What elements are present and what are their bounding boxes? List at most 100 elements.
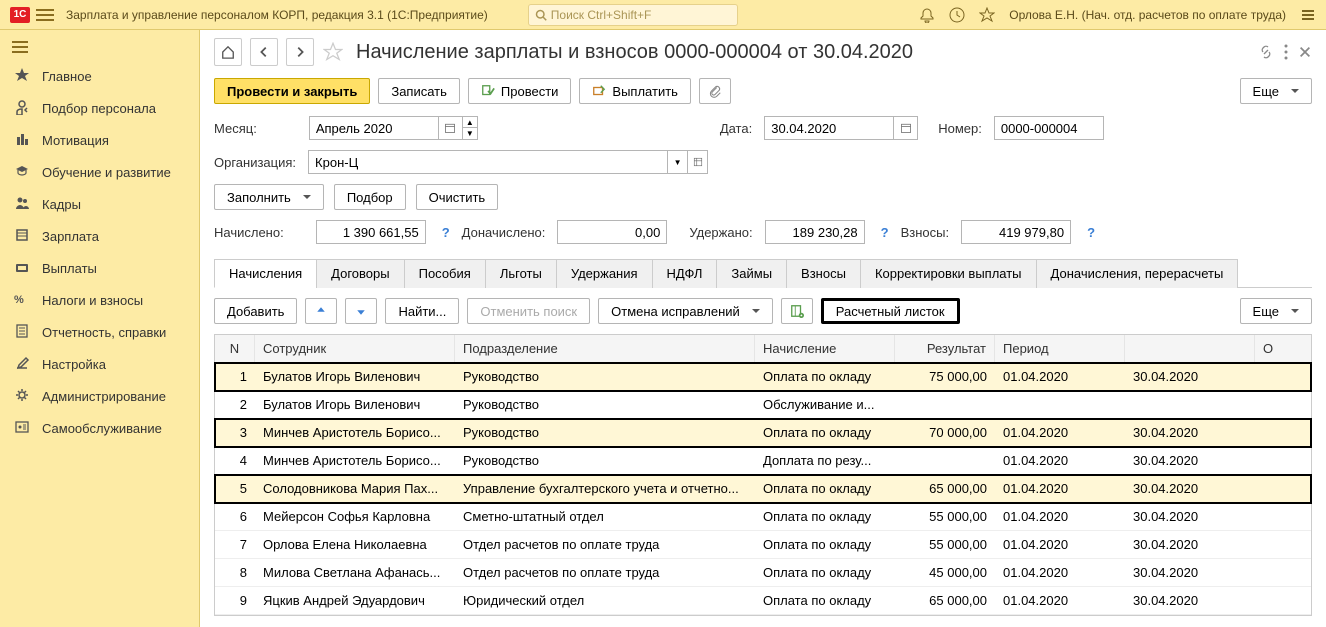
- col-accrual[interactable]: Начисление: [755, 335, 895, 362]
- tab-6[interactable]: Займы: [716, 259, 787, 288]
- accrued-label: Начислено:: [214, 225, 284, 240]
- number-label: Номер:: [938, 121, 982, 136]
- tab-3[interactable]: Льготы: [485, 259, 557, 288]
- month-spinner[interactable]: ▲▼: [463, 116, 478, 140]
- org-open-button[interactable]: [688, 150, 708, 174]
- tab-1[interactable]: Договоры: [316, 259, 404, 288]
- sidebar-item-11[interactable]: Самообслуживание: [0, 412, 199, 444]
- star-icon[interactable]: [979, 7, 995, 23]
- fill-button[interactable]: Заполнить: [214, 184, 324, 210]
- sidebar-item-1[interactable]: Подбор персонала: [0, 92, 199, 124]
- sidebar-item-10[interactable]: Администрирование: [0, 380, 199, 412]
- tabs: НачисленияДоговорыПособияЛьготыУдержания…: [214, 258, 1312, 288]
- withheld-label: Удержано:: [689, 225, 752, 240]
- table-row[interactable]: 9Яцкив Андрей ЭдуардовичЮридический отде…: [215, 587, 1311, 615]
- col-period[interactable]: Период: [995, 335, 1125, 362]
- date-input[interactable]: [764, 116, 894, 140]
- contrib-value[interactable]: [961, 220, 1071, 244]
- search-placeholder: Поиск Ctrl+Shift+F: [551, 8, 652, 22]
- tab-9[interactable]: Доначисления, перерасчеты: [1036, 259, 1239, 288]
- back-button[interactable]: [250, 38, 278, 66]
- move-up-button[interactable]: [305, 298, 337, 324]
- table-row[interactable]: 4Минчев Аристотель Борисо...РуководствоД…: [215, 447, 1311, 475]
- pay-icon: [592, 84, 606, 98]
- sidebar-item-7[interactable]: %Налоги и взносы: [0, 284, 199, 316]
- org-dropdown-button[interactable]: ▼: [668, 150, 688, 174]
- menu-icon[interactable]: [36, 6, 54, 24]
- month-calendar-button[interactable]: [439, 116, 463, 140]
- bell-icon[interactable]: [919, 7, 935, 23]
- table-row[interactable]: 1Булатов Игорь ВиленовичРуководствоОплат…: [215, 363, 1311, 391]
- tab-8[interactable]: Корректировки выплаты: [860, 259, 1037, 288]
- col-result[interactable]: Результат: [895, 335, 995, 362]
- nav-label: Администрирование: [42, 389, 166, 404]
- add-row-button[interactable]: Добавить: [214, 298, 297, 324]
- sidebar-item-4[interactable]: Кадры: [0, 188, 199, 220]
- pick-button[interactable]: Подбор: [334, 184, 406, 210]
- attach-button[interactable]: [699, 78, 731, 104]
- extra-value[interactable]: [557, 220, 667, 244]
- tab-2[interactable]: Пособия: [404, 259, 486, 288]
- payslip-button[interactable]: Расчетный листок: [821, 298, 960, 324]
- write-button[interactable]: Записать: [378, 78, 460, 104]
- tab-4[interactable]: Удержания: [556, 259, 653, 288]
- org-input[interactable]: [308, 150, 668, 174]
- number-input[interactable]: [994, 116, 1104, 140]
- move-down-button[interactable]: [345, 298, 377, 324]
- accrued-help[interactable]: ?: [442, 225, 450, 240]
- show-columns-button[interactable]: [781, 298, 813, 324]
- sidebar-collapse[interactable]: [0, 34, 199, 60]
- cancel-search-button: Отменить поиск: [467, 298, 590, 324]
- sidebar-item-3[interactable]: Обучение и развитие: [0, 156, 199, 188]
- table-row[interactable]: 8Милова Светлана Афанась...Отдел расчето…: [215, 559, 1311, 587]
- col-department[interactable]: Подразделение: [455, 335, 755, 362]
- withheld-help[interactable]: ?: [881, 225, 889, 240]
- sidebar-item-2[interactable]: Мотивация: [0, 124, 199, 156]
- post-button[interactable]: Провести: [468, 78, 572, 104]
- table-row[interactable]: 2Булатов Игорь ВиленовичРуководствоОбслу…: [215, 391, 1311, 419]
- sidebar-item-8[interactable]: Отчетность, справки: [0, 316, 199, 348]
- nav-icon: [14, 227, 30, 246]
- sidebar-item-0[interactable]: Главное: [0, 60, 199, 92]
- table-row[interactable]: 6Мейерсон Софья КарловнаСметно-штатный о…: [215, 503, 1311, 531]
- sidebar-item-5[interactable]: Зарплата: [0, 220, 199, 252]
- tab-5[interactable]: НДФЛ: [652, 259, 718, 288]
- sidebar-item-6[interactable]: Выплаты: [0, 252, 199, 284]
- col-o[interactable]: О: [1255, 335, 1311, 362]
- accrued-value[interactable]: [316, 220, 426, 244]
- tab-0[interactable]: Начисления: [214, 259, 317, 288]
- date-calendar-button[interactable]: [894, 116, 918, 140]
- nav-label: Кадры: [42, 197, 81, 212]
- withheld-value[interactable]: [765, 220, 865, 244]
- table-row[interactable]: 3Минчев Аристотель Борисо...РуководствоО…: [215, 419, 1311, 447]
- pay-button[interactable]: Выплатить: [579, 78, 691, 104]
- more-button[interactable]: Еще: [1240, 78, 1312, 104]
- post-and-close-button[interactable]: Провести и закрыть: [214, 78, 370, 104]
- link-icon[interactable]: [1258, 44, 1274, 60]
- table-row[interactable]: 7Орлова Елена НиколаевнаОтдел расчетов п…: [215, 531, 1311, 559]
- sidebar-item-9[interactable]: Настройка: [0, 348, 199, 380]
- tab-more-button[interactable]: Еще: [1240, 298, 1312, 324]
- forward-button[interactable]: [286, 38, 314, 66]
- table-row[interactable]: 5Солодовникова Мария Пах...Управление бу…: [215, 475, 1311, 503]
- username[interactable]: Орлова Е.Н. (Нач. отд. расчетов по оплат…: [1009, 8, 1286, 22]
- col-n[interactable]: N: [215, 335, 255, 362]
- clear-button[interactable]: Очистить: [416, 184, 499, 210]
- tab-7[interactable]: Взносы: [786, 259, 861, 288]
- history-icon[interactable]: [949, 7, 965, 23]
- find-button[interactable]: Найти...: [385, 298, 459, 324]
- global-search[interactable]: Поиск Ctrl+Shift+F: [528, 4, 738, 26]
- home-button[interactable]: [214, 38, 242, 66]
- kebab-icon[interactable]: [1284, 44, 1288, 60]
- col-employee[interactable]: Сотрудник: [255, 335, 455, 362]
- month-input[interactable]: [309, 116, 439, 140]
- close-icon[interactable]: [1298, 45, 1312, 59]
- col-period2[interactable]: [1125, 335, 1255, 362]
- nav-icon: [14, 99, 30, 118]
- nav-icon: [14, 419, 30, 438]
- nav-label: Отчетность, справки: [42, 325, 166, 340]
- contrib-help[interactable]: ?: [1087, 225, 1095, 240]
- settings-icon[interactable]: [1300, 7, 1316, 23]
- favorite-star-icon[interactable]: [322, 41, 344, 63]
- cancel-fix-button[interactable]: Отмена исправлений: [598, 298, 773, 324]
